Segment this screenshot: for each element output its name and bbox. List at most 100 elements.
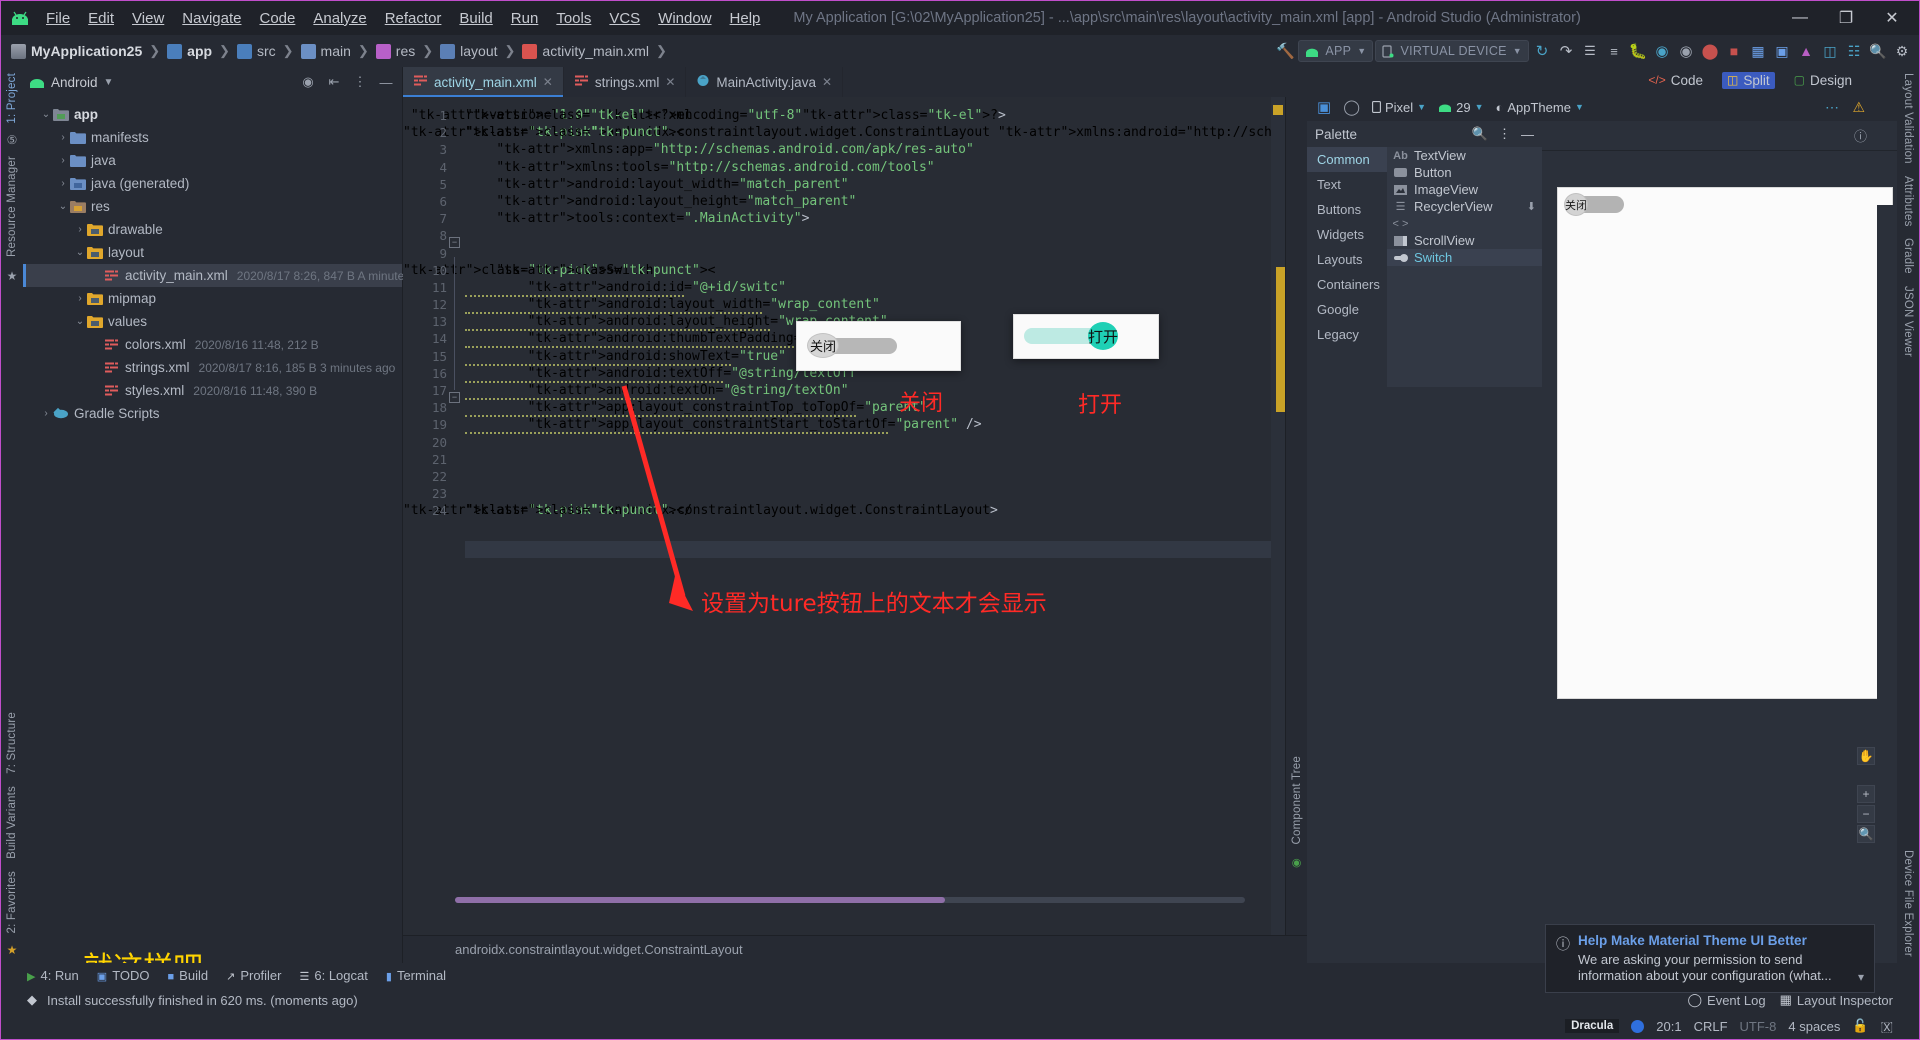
profiler-icon[interactable]: ▲ <box>1795 40 1817 62</box>
search-icon[interactable]: 🔍 <box>1867 40 1889 62</box>
warning-block-marker[interactable] <box>1276 267 1285 412</box>
palette-item-switch[interactable]: Switch <box>1387 249 1542 266</box>
breadcrumb-project[interactable]: MyApplication25 <box>11 43 142 59</box>
sdk-manager-icon[interactable]: ▦ <box>1747 40 1769 62</box>
palette-category-text[interactable]: Text <box>1307 172 1387 197</box>
strip-device-file-explorer-tab[interactable]: Device File Explorer <box>1902 844 1914 963</box>
palette-item-imageview[interactable]: ImageView <box>1387 181 1542 198</box>
avd-manager-icon[interactable]: ☰ <box>1579 40 1601 62</box>
editor-horizontal-scrollbar[interactable] <box>455 897 1245 903</box>
close-icon[interactable]: ✕ <box>822 75 832 89</box>
more-icon[interactable]: ⋯ <box>1825 99 1839 116</box>
file-encoding[interactable]: UTF-8 <box>1740 1019 1777 1034</box>
menu-analyze[interactable]: Analyze <box>304 7 375 30</box>
editor-tab-activity-main-xml[interactable]: activity_main.xml ✕ <box>403 67 564 97</box>
orientation-icon[interactable]: ◯ <box>1343 98 1360 116</box>
palette-category-legacy[interactable]: Legacy <box>1307 322 1387 347</box>
zoom-in-button[interactable]: + <box>1857 785 1875 803</box>
palette-item-fragment[interactable]: < > <box>1387 215 1542 232</box>
tree-row-gradle-scripts[interactable]: › Gradle Scripts <box>23 402 402 425</box>
tree-row-drawable[interactable]: › drawable <box>23 218 402 241</box>
component-tree-tab[interactable]: Component Tree <box>1291 750 1303 850</box>
tree-expand-arrow[interactable]: ⌄ <box>56 201 70 212</box>
notification-balloon[interactable]: ⓘ Help Make Material Theme UI Better We … <box>1545 924 1875 993</box>
layers-icon[interactable]: ▣ <box>1317 98 1331 116</box>
tree-row-styles-xml[interactable]: styles.xml 2020/8/16 11:48, 390 B <box>23 379 402 402</box>
strip-attributes-tab[interactable]: Attributes <box>1902 170 1914 233</box>
toggle-list-icon[interactable]: ≡ <box>1603 40 1625 62</box>
menu-build[interactable]: Build <box>450 7 501 30</box>
tree-row-java-generated-[interactable]: › java (generated) <box>23 172 402 195</box>
event-log-button[interactable]: ◯ Event Log <box>1687 992 1765 1008</box>
menu-view[interactable]: View <box>123 7 173 30</box>
more-vertical-icon[interactable]: ⋮ <box>1498 126 1511 142</box>
strip-build-variants-tab[interactable]: Build Variants <box>6 780 18 865</box>
chevron-down-icon[interactable]: ▾ <box>1858 970 1864 984</box>
device-selector[interactable]: VIRTUAL DEVICE ▼ <box>1375 40 1529 62</box>
tool-window-profiler[interactable]: ↗ Profiler <box>226 968 281 983</box>
menu-code[interactable]: Code <box>250 7 304 30</box>
more-vertical-icon[interactable]: ⋮ <box>350 72 370 92</box>
layout-inspector-button[interactable]: ▦ Layout Inspector <box>1780 992 1893 1008</box>
download-icon[interactable]: ⬇ <box>1527 200 1536 213</box>
tree-expand-arrow[interactable]: › <box>56 178 70 189</box>
palette-category-containers[interactable]: Containers <box>1307 272 1387 297</box>
palette-item-button[interactable]: Button <box>1387 164 1542 181</box>
help-icon[interactable]: ⓘ <box>1854 126 1867 145</box>
menu-file[interactable]: File <box>37 7 79 30</box>
palette-category-layouts[interactable]: Layouts <box>1307 247 1387 272</box>
tree-row-colors-xml[interactable]: colors.xml 2020/8/16 11:48, 212 B <box>23 333 402 356</box>
tool-window-build[interactable]: ■ Build <box>168 968 209 983</box>
palette-item-recyclerview[interactable]: ☰ RecyclerView ⬇ <box>1387 198 1542 215</box>
line-separator[interactable]: CRLF <box>1694 1019 1728 1034</box>
tree-row-res[interactable]: ⌄ res <box>23 195 402 218</box>
hammer-icon[interactable]: 🔨 <box>1274 40 1296 62</box>
hide-icon[interactable]: — <box>376 72 396 92</box>
strip-project-tab[interactable]: 1: Project <box>6 67 18 130</box>
stop-icon[interactable]: ◉ <box>1675 40 1697 62</box>
attach-debugger-icon[interactable]: ◉ <box>1651 40 1673 62</box>
menu-vcs[interactable]: VCS <box>600 7 649 30</box>
menu-edit[interactable]: Edit <box>79 7 123 30</box>
caret-position[interactable]: 20:1 <box>1656 1019 1681 1034</box>
rerun-icon[interactable]: ↷ <box>1555 40 1577 62</box>
minimize-icon[interactable]: — <box>1521 127 1534 142</box>
tree-expand-arrow[interactable]: › <box>56 132 70 143</box>
device-preview-frame[interactable]: 关闭 <box>1557 187 1893 699</box>
strip-json-viewer-tab[interactable]: JSON Viewer <box>1902 280 1914 363</box>
palette-category-buttons[interactable]: Buttons <box>1307 197 1387 222</box>
sync-icon[interactable]: ↻ <box>1531 40 1553 62</box>
tree-row-layout[interactable]: ⌄ layout <box>23 241 402 264</box>
indent-setting[interactable]: 4 spaces <box>1788 1019 1840 1034</box>
gear-icon[interactable]: ⚙ <box>1891 40 1913 62</box>
breadcrumb-file[interactable]: activity_main.xml <box>522 43 649 59</box>
breadcrumb-src[interactable]: src <box>236 43 276 59</box>
code-editor[interactable]: 1 "tk-attr">class="tk-el"><?xml "tk-attr"… <box>403 97 1285 935</box>
dracula-icon[interactable]: 🇽 <box>1881 1018 1893 1035</box>
fold-marker-root[interactable]: − <box>449 237 460 248</box>
menu-refactor[interactable]: Refactor <box>376 7 451 30</box>
zoom-fit-button[interactable]: 🔍 <box>1857 825 1875 843</box>
tree-expand-arrow[interactable]: › <box>73 224 87 235</box>
tree-expand-arrow[interactable]: › <box>56 155 70 166</box>
breadcrumb-res[interactable]: res <box>375 43 415 59</box>
device-file-icon[interactable]: ☷ <box>1843 40 1865 62</box>
search-icon[interactable]: 🔍 <box>1472 126 1488 142</box>
palette-category-common[interactable]: Common <box>1307 147 1387 172</box>
breadcrumb-layout[interactable]: layout <box>440 43 498 59</box>
strip-gradle-tab[interactable]: Gradle <box>1902 232 1914 280</box>
minimize-button[interactable]: — <box>1777 2 1823 34</box>
tree-expand-arrow[interactable]: ⌄ <box>73 316 87 327</box>
palette-item-textview[interactable]: Ab TextView <box>1387 147 1542 164</box>
warning-icon[interactable]: ⚠ <box>1852 99 1865 116</box>
tool-window-todo[interactable]: ▣ TODO <box>97 968 150 983</box>
strip-favorites-tab[interactable]: 2: Favorites <box>6 865 18 939</box>
tree-expand-arrow[interactable]: › <box>73 293 87 304</box>
record-icon[interactable]: ⬤ <box>1699 40 1721 62</box>
breadcrumb-app[interactable]: app <box>167 43 212 59</box>
editor-breadcrumb[interactable]: androidx.constraintlayout.widget.Constra… <box>403 935 1307 963</box>
tree-row-strings-xml[interactable]: strings.xml 2020/8/17 8:16, 185 B 3 minut… <box>23 356 402 379</box>
menu-run[interactable]: Run <box>502 7 548 30</box>
warning-marker[interactable] <box>1273 105 1283 115</box>
bug-icon[interactable]: 🐛 <box>1627 40 1649 62</box>
